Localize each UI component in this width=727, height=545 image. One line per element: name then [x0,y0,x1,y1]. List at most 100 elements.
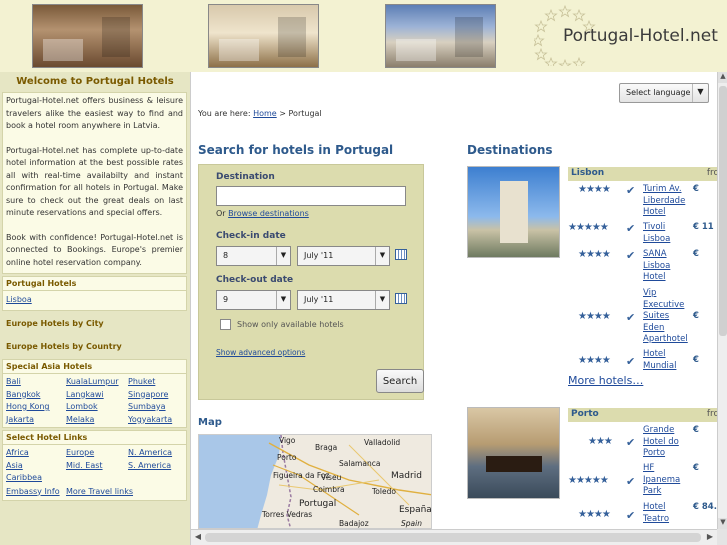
scroll-right-icon[interactable]: ▶ [704,532,716,544]
asia-link-langkawi[interactable]: Langkawi [66,389,128,401]
special-asia-heading: Special Asia Hotels [2,359,187,374]
vertical-scroll-thumb[interactable] [719,86,727,336]
more-hotels-link[interactable]: More hotels… [568,374,643,387]
europe-by-country-heading[interactable]: Europe Hotels by Country [2,336,187,357]
hotel-name-link[interactable]: Grande Hotel do Porto [643,425,693,460]
embassy-info-link[interactable]: Embassy Info [6,486,66,498]
asia-link-bangkok[interactable]: Bangkok [6,389,66,401]
asia-link-jakarta[interactable]: Jakarta [6,414,66,426]
asia-link-lombok[interactable]: Lombok [66,401,128,413]
porto-photo[interactable] [467,407,560,499]
breadcrumb-home-link[interactable]: Home [253,109,277,118]
hotel-price: € [693,184,699,194]
region-link-africa[interactable]: Africa [6,447,66,459]
asia-link-kualalumpur[interactable]: KualaLumpur [66,376,128,388]
check-icon: ✔ [626,249,636,262]
vertical-scrollbar[interactable]: ▲ ▼ [717,72,727,529]
hotel-name-link[interactable]: HF Ipanema Park [643,463,693,498]
search-title: Search for hotels in Portugal [198,143,394,157]
more-travel-links[interactable]: More Travel links [66,486,156,498]
available-only-label: Show only available hotels [237,320,344,329]
region-link-s-america[interactable]: S. America [128,460,188,472]
hotel-search-form: Destination Or Browse destinations Check… [198,164,424,400]
city-link-porto[interactable]: Porto [571,409,599,419]
sidebar: Welcome to Portugal Hotels Portugal-Hote… [0,72,191,545]
hotel-name-link[interactable]: Vip Executive Suites Eden Aparthotel [643,288,693,346]
scroll-left-icon[interactable]: ◀ [192,532,204,544]
map-label-porto: Porto [277,453,297,462]
checkout-day-select[interactable]: 9 ▼ [216,290,291,310]
sidebar-link-lisboa[interactable]: Lisboa [6,295,32,304]
asia-link-hong-kong[interactable]: Hong Kong [6,401,66,413]
hotel-name-link[interactable]: Turim Av. Liberdade Hotel [643,184,693,219]
city-link-lisbon[interactable]: Lisbon [571,168,604,178]
asia-link-sumbaya[interactable]: Sumbaya [128,401,188,413]
hotel-name-link[interactable]: SANA Lisboa Hotel [643,249,693,284]
language-select-value: Select language [626,88,691,97]
map-label-badajoz: Badajoz [339,519,369,528]
asia-link-yogyakarta[interactable]: Yogyakarta [128,414,188,426]
checkout-day-value: 9 [223,295,229,304]
horizontal-scroll-thumb[interactable] [205,533,701,542]
hotel-price: € [693,425,699,435]
breadcrumb-current: Portugal [288,109,322,118]
from-label: fro [706,168,717,178]
star-rating-icon: ★★★★ [578,509,611,520]
welcome-title: Welcome to Portugal Hotels [16,76,174,87]
map[interactable]: Vigo Braga Valladolid Porto Salamanca Fi… [198,434,432,529]
site-logo-text[interactable]: Portugal-Hotel.net [563,26,718,46]
chevron-down-icon: ▼ [375,247,389,265]
map-label-madrid: Madrid [391,471,422,481]
region-link-europe[interactable]: Europe [66,447,128,459]
scroll-down-icon[interactable]: ▼ [718,518,727,529]
lisbon-photo[interactable] [467,166,560,258]
browse-destinations-link[interactable]: Browse destinations [228,209,309,218]
hotel-name-link[interactable]: Hotel Mundial [643,349,693,372]
search-button[interactable]: Search [376,369,424,393]
checkin-day-select[interactable]: 8 ▼ [216,246,291,266]
browse-row: Or Browse destinations [216,209,309,218]
region-link-asia[interactable]: Asia [6,460,66,472]
monument-photo [385,4,496,68]
horizontal-scrollbar[interactable]: ◀ ▶ [191,529,717,545]
map-label-spain: Spain [401,519,422,528]
checkin-month-select[interactable]: July '11 ▼ [297,246,390,266]
map-label-toledo: Toledo [372,487,396,496]
breadcrumb: You are here: Home > Portugal [198,109,322,118]
star-rating-icon: ★★★★★ [568,222,609,233]
destinations-title: Destinations [467,143,553,157]
asia-link-melaka[interactable]: Melaka [66,414,128,426]
welcome-text-box: Portugal-Hotel.net offers business & lei… [2,92,187,274]
hotel-name-link[interactable]: Hotel Teatro [643,502,693,525]
region-link-mid-east[interactable]: Mid. East [66,460,128,472]
checkin-label: Check-in date [216,231,286,241]
asia-link-bali[interactable]: Bali [6,376,66,388]
asia-link-phuket[interactable]: Phuket [128,376,188,388]
breadcrumb-separator: > [279,109,286,118]
region-link-n-america[interactable]: N. America [128,447,188,459]
map-label-viseu: Viseu [321,473,342,482]
asia-link-singapore[interactable]: Singapore [128,389,188,401]
main-content: Select language ▼ You are here: Home > P… [191,72,717,529]
select-hotel-links: Africa Europe N. America Asia Mid. East … [2,445,187,501]
star-rating-icon: ★★★★★ [568,475,609,486]
checkin-calendar-icon[interactable] [395,249,407,260]
checkout-month-select[interactable]: July '11 ▼ [297,290,390,310]
hotel-price: € [693,463,699,473]
region-link-caribbea[interactable]: Caribbea [6,472,66,484]
available-only-checkbox[interactable] [220,319,231,330]
scroll-up-icon[interactable]: ▲ [718,72,727,83]
site-header: Portugal-Hotel.net [0,0,727,72]
star-rating-icon: ★★★★ [578,249,611,260]
checkout-calendar-icon[interactable] [395,293,407,304]
check-icon: ✔ [626,184,636,197]
destination-input[interactable] [216,186,406,206]
hotel-price: € [693,249,699,259]
advanced-options-link[interactable]: Show advanced options [216,348,305,357]
language-select[interactable]: Select language ▼ [619,83,709,103]
europe-by-city-heading[interactable]: Europe Hotels by City [2,313,187,334]
checkin-day-value: 8 [223,251,229,260]
check-icon: ✔ [626,436,636,449]
hotel-name-link[interactable]: Tivoli Lisboa [643,222,693,245]
map-label-vigo: Vigo [279,436,296,445]
